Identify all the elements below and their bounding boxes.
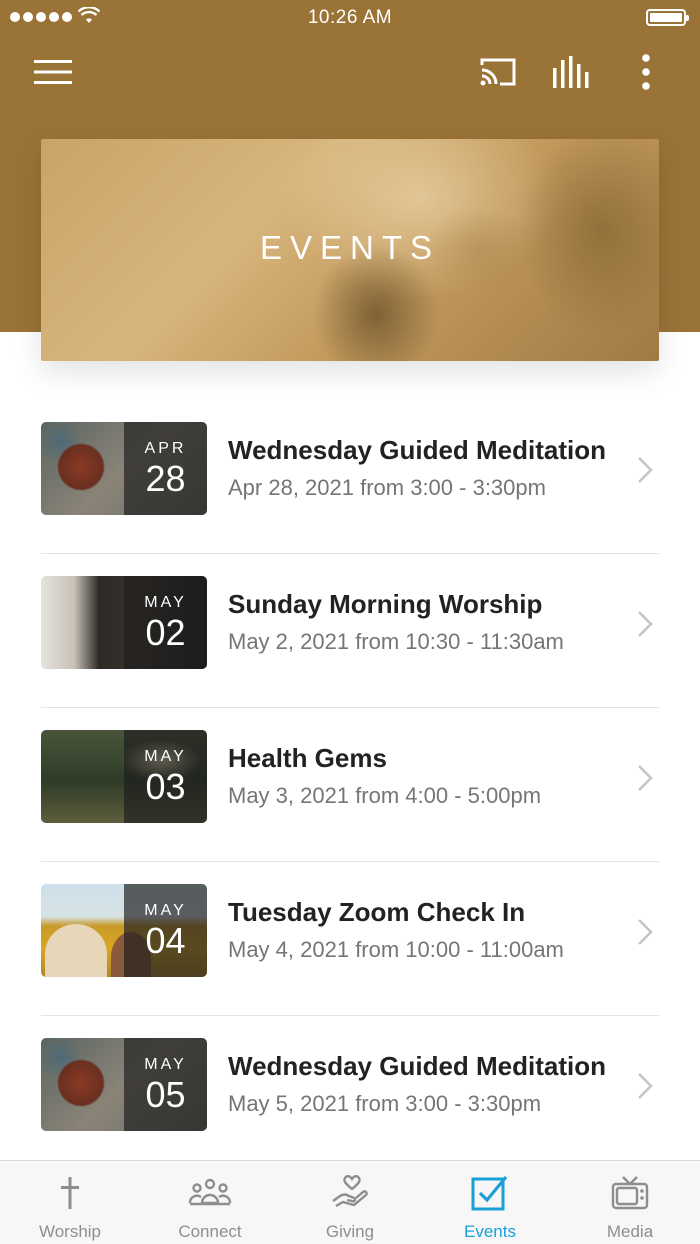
tab-worship[interactable]: Worship <box>0 1161 140 1244</box>
more-options-button[interactable] <box>628 52 664 92</box>
event-title: Health Gems <box>228 743 387 773</box>
cross-icon <box>61 1177 79 1209</box>
heart-hand-icon <box>332 1175 368 1208</box>
event-day: 04 <box>145 920 186 961</box>
event-day: 05 <box>145 1074 186 1115</box>
events-hero-banner: EVENTS <box>41 139 659 361</box>
hero-title: EVENTS <box>259 229 441 266</box>
checkbox-icon <box>471 1175 508 1211</box>
hamburger-menu-icon <box>34 60 72 84</box>
battery-icon <box>646 9 689 26</box>
event-title: Sunday Morning Worship <box>228 589 543 619</box>
tab-label: Worship <box>38 1222 102 1241</box>
event-thumbnail: MAY 04 <box>41 884 207 977</box>
event-thumbnail: MAY 03 <box>41 730 207 823</box>
event-time: May 2, 2021 from 10:30 - 11:30am <box>228 629 564 654</box>
event-title: Wednesday Guided Meditation <box>228 435 607 465</box>
event-time: May 3, 2021 from 4:00 - 5:00pm <box>228 783 542 808</box>
event-row[interactable]: MAY 04 Tuesday Zoom Check In May 4, 2021… <box>41 862 659 1016</box>
event-date-badge: MAY 03 <box>124 730 207 823</box>
event-list: APR 28 Wednesday Guided Meditation Apr 2… <box>41 400 659 1170</box>
event-thumbnail: MAY 05 <box>41 1038 207 1131</box>
tab-label: Giving <box>325 1222 375 1241</box>
event-row[interactable]: APR 28 Wednesday Guided Meditation Apr 2… <box>41 400 659 554</box>
event-row[interactable]: MAY 02 Sunday Morning Worship May 2, 202… <box>41 554 659 708</box>
chevron-right-icon <box>638 611 653 637</box>
status-bar: 10:26 AM <box>0 0 700 36</box>
tab-bar: Worship Connect Giving Events Media <box>0 1160 700 1244</box>
event-date-badge: APR 28 <box>124 422 207 515</box>
cast-button[interactable] <box>474 52 522 92</box>
event-title: Wednesday Guided Meditation <box>228 1051 607 1081</box>
tab-label: Events <box>464 1222 516 1241</box>
cast-icon <box>480 58 516 86</box>
event-date-badge: MAY 05 <box>124 1038 207 1131</box>
audio-button[interactable] <box>547 52 597 92</box>
event-day: 02 <box>145 612 186 653</box>
menu-button[interactable] <box>28 52 78 92</box>
event-time: May 5, 2021 from 3:00 - 3:30pm <box>228 1091 542 1116</box>
tab-connect[interactable]: Connect <box>140 1161 280 1244</box>
event-time: Apr 28, 2021 from 3:00 - 3:30pm <box>228 475 546 500</box>
chevron-right-icon <box>638 457 653 483</box>
event-row[interactable]: MAY 03 Health Gems May 3, 2021 from 4:00… <box>41 708 659 862</box>
event-day: 03 <box>145 766 186 807</box>
chevron-right-icon <box>638 1073 653 1099</box>
event-thumbnail: APR 28 <box>41 422 207 515</box>
event-date-badge: MAY 02 <box>124 576 207 669</box>
tab-events[interactable]: Events <box>420 1161 560 1244</box>
tab-media[interactable]: Media <box>560 1161 700 1244</box>
event-month: MAY <box>144 902 187 919</box>
event-day: 28 <box>145 458 186 499</box>
event-date-badge: MAY 04 <box>124 884 207 977</box>
event-title: Tuesday Zoom Check In <box>228 897 526 927</box>
audio-bars-icon <box>553 56 589 88</box>
tv-icon <box>611 1176 649 1210</box>
event-month: MAY <box>144 1056 187 1073</box>
event-month: MAY <box>144 748 187 765</box>
tab-giving[interactable]: Giving <box>280 1161 420 1244</box>
vertical-ellipsis-icon <box>642 54 650 90</box>
tab-label: Media <box>606 1222 654 1241</box>
event-month: MAY <box>144 594 187 611</box>
status-time: 10:26 AM <box>307 7 393 28</box>
event-month: APR <box>144 440 187 457</box>
people-icon <box>188 1178 232 1206</box>
chevron-right-icon <box>638 765 653 791</box>
event-time: May 4, 2021 from 10:00 - 11:00am <box>228 937 564 962</box>
tab-label: Connect <box>178 1222 242 1241</box>
chevron-right-icon <box>638 919 653 945</box>
event-row[interactable]: MAY 05 Wednesday Guided Meditation May 5… <box>41 1016 659 1170</box>
event-thumbnail: MAY 02 <box>41 576 207 669</box>
